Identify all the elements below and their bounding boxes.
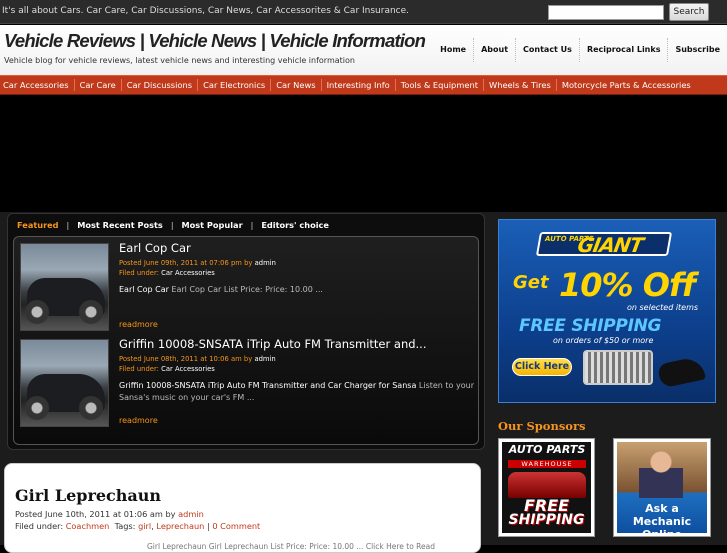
sponsors-heading: Our Sponsors	[498, 419, 586, 433]
ad-selected-text: on selected items	[627, 303, 699, 312]
post-thumbnail[interactable]	[20, 243, 109, 331]
site-header: Vehicle Reviews | Vehicle News | Vehicle…	[0, 25, 727, 75]
nav-about[interactable]: About	[473, 38, 515, 62]
post-excerpt: Griffin 10008-SNSATA iTrip Auto FM Trans…	[119, 381, 474, 402]
ad-logo: AUTO PARTS GIANT	[535, 232, 673, 257]
post-category[interactable]: Car Accessories	[161, 365, 215, 373]
category-car-accessories[interactable]: Car Accessories	[0, 79, 75, 91]
main-nav: Home About Contact Us Reciprocal Links S…	[433, 25, 727, 75]
post-title[interactable]: Earl Cop Car	[119, 241, 191, 255]
post-category[interactable]: Car Accessories	[161, 269, 215, 277]
post-tag[interactable]: girl	[138, 521, 151, 531]
category-car-electronics[interactable]: Car Electronics	[198, 79, 272, 91]
comments-link[interactable]: 0 Comment	[212, 521, 260, 531]
ad-free-shipping: FREE SHIPPING	[519, 316, 662, 336]
tab-separator: |	[170, 220, 174, 230]
autopartsgiant-ad[interactable]: AUTO PARTS GIANT Get 10% Off on selected…	[498, 219, 716, 403]
post-author[interactable]: admin	[255, 259, 276, 267]
featured-tabs: Featured | Most Recent Posts | Most Popu…	[8, 214, 486, 236]
post-meta: Posted June 09th, 2011 at 07:06 pm by ad…	[119, 259, 276, 267]
wheel-shape	[79, 300, 103, 324]
tab-separator: |	[66, 220, 70, 230]
sponsor-ask-a-mechanic[interactable]: Ask a Mechanic Online	[613, 438, 711, 537]
search-input[interactable]	[548, 5, 664, 20]
search-button[interactable]: Search	[669, 3, 709, 21]
wheel-shape	[25, 300, 49, 324]
post-meta: Posted June 08th, 2011 at 10:06 am by ad…	[119, 355, 276, 363]
post-thumbnail[interactable]	[20, 339, 109, 427]
category-car-discussions[interactable]: Car Discussions	[122, 79, 199, 91]
top-bar: It's all about Cars. Car Care, Car Discu…	[0, 0, 727, 24]
post-excerpt: Earl Cop Car Earl Cop Car List Price: Pr…	[119, 285, 323, 294]
nav-home[interactable]: Home	[433, 38, 473, 62]
category-bar: Car Accessories Car Care Car Discussions…	[0, 75, 727, 95]
blog-post: Girl Leprechaun Posted June 10th, 2011 a…	[4, 463, 481, 553]
category-car-news[interactable]: Car News	[271, 79, 322, 91]
ad-percent-text: 10% Off	[559, 266, 696, 304]
banner-area	[0, 96, 727, 212]
tab-editors-choice[interactable]: Editors' choice	[261, 220, 329, 230]
ad-click-button[interactable]: Click Here	[512, 358, 572, 376]
mirror-image	[656, 355, 707, 389]
post-filed: Filed under: Coachmen Tags: girl, Leprec…	[15, 521, 261, 531]
post-author[interactable]: admin	[254, 355, 275, 363]
post-category[interactable]: Coachmen	[66, 521, 110, 531]
site-description: Vehicle blog for vehicle reviews, latest…	[4, 56, 355, 65]
category-tools-equipment[interactable]: Tools & Equipment	[396, 79, 484, 91]
featured-item: Earl Cop Car Posted June 09th, 2011 at 0…	[20, 238, 472, 333]
tab-most-recent[interactable]: Most Recent Posts	[77, 220, 163, 230]
post-filed: Filed under: Car Accessories	[119, 269, 215, 277]
post-tag[interactable]: Leprechaun	[156, 521, 204, 531]
readmore-link[interactable]: readmore	[119, 320, 158, 329]
category-car-care[interactable]: Car Care	[75, 79, 122, 91]
nav-subscribe[interactable]: Subscribe	[667, 38, 727, 62]
wheel-shape	[25, 396, 49, 420]
wheel-shape	[79, 396, 103, 420]
nav-contact-us[interactable]: Contact Us	[515, 38, 579, 62]
post-title[interactable]: Griffin 10008-SNSATA iTrip Auto FM Trans…	[119, 337, 427, 351]
nav-reciprocal-links[interactable]: Reciprocal Links	[578, 38, 668, 62]
tab-featured[interactable]: Featured	[17, 220, 59, 230]
post-author[interactable]: admin	[178, 509, 204, 519]
category-motorcycle-parts[interactable]: Motorcycle Parts & Accessories	[557, 79, 696, 91]
readmore-link[interactable]: readmore	[119, 416, 158, 425]
post-excerpt: Girl Leprechaun Girl Leprechaun List Pri…	[147, 542, 436, 551]
featured-list: Earl Cop Car Posted June 09th, 2011 at 0…	[13, 236, 479, 445]
ad-orders-text: on orders of $50 or more	[553, 336, 654, 345]
tab-separator: |	[250, 220, 254, 230]
featured-panel: Featured | Most Recent Posts | Most Popu…	[7, 213, 485, 450]
grille-image	[583, 350, 653, 385]
sponsor-auto-parts-warehouse[interactable]: AUTO PARTS WAREHOUSE FREE SHIPPING	[498, 438, 595, 537]
truck-image	[508, 472, 586, 498]
tab-most-popular[interactable]: Most Popular	[182, 220, 243, 230]
post-filed: Filed under: Car Accessories	[119, 365, 215, 373]
post-meta: Posted June 10th, 2011 at 01:06 am by ad…	[15, 509, 204, 519]
mechanic-image	[639, 448, 683, 498]
site-title[interactable]: Vehicle Reviews | Vehicle News | Vehicle…	[4, 30, 426, 52]
post-title[interactable]: Girl Leprechaun	[15, 486, 161, 505]
category-interesting-info[interactable]: Interesting Info	[322, 79, 396, 91]
featured-item: Griffin 10008-SNSATA iTrip Auto FM Trans…	[20, 334, 474, 429]
category-wheels-tires[interactable]: Wheels & Tires	[484, 79, 557, 91]
site-tagline: It's all about Cars. Car Care, Car Discu…	[2, 6, 410, 16]
ad-get-text: Get	[513, 272, 549, 293]
